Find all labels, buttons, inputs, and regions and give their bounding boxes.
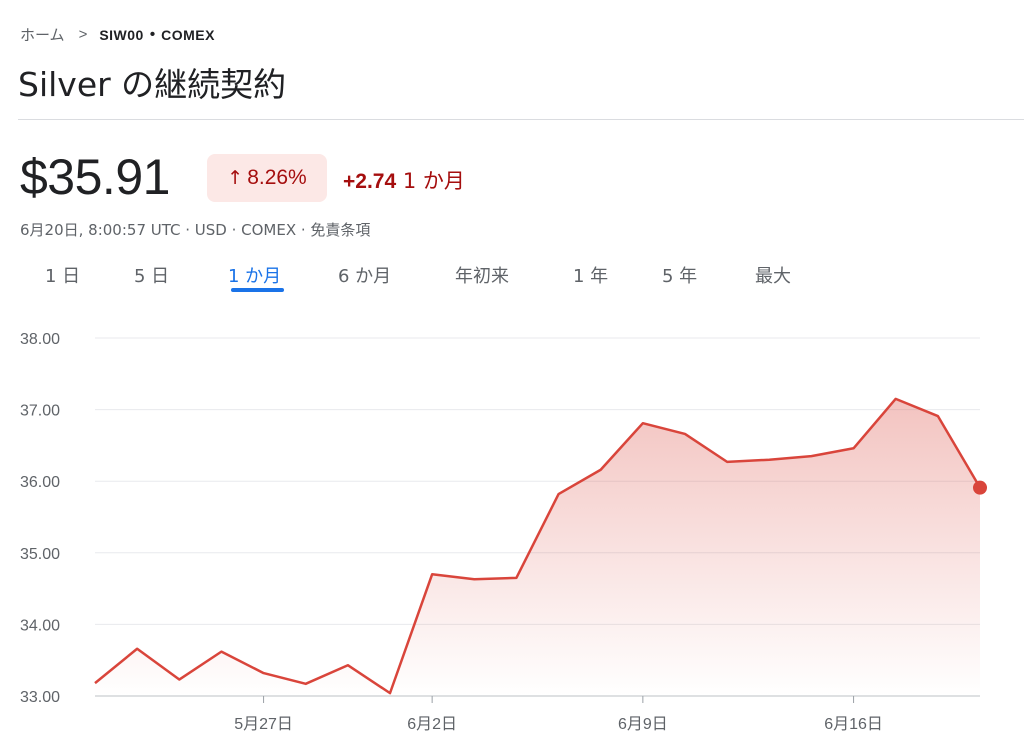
data-point [809, 454, 813, 458]
percent-change-badge: ↑ 8.26% [207, 154, 327, 202]
chevron-right-icon: > [78, 26, 88, 43]
chart-area [95, 398, 980, 696]
data-point [430, 572, 434, 576]
percent-change-value: 8.26% [247, 166, 307, 189]
y-tick-label: 35.00 [20, 546, 60, 563]
tab-5-day[interactable]: 5 日 [134, 262, 169, 288]
range-tabs: 1 日 5 日 1 か月 6 か月 年初来 1 年 5 年 最大 [0, 258, 1024, 298]
data-point [599, 468, 603, 472]
breadcrumb-home-link[interactable]: ホーム [20, 24, 65, 45]
data-point [388, 691, 392, 695]
data-point [852, 446, 856, 450]
x-tick-label: 5月27日 [234, 716, 293, 733]
tab-1-day[interactable]: 1 日 [45, 262, 80, 288]
tab-max[interactable]: 最大 [755, 262, 791, 288]
breadcrumb-ticker: SIW00 [99, 26, 144, 43]
series-area-fill [95, 398, 980, 696]
quote-meta: 6月20日, 8:00:57 UTC · USD · COMEX · 免責条項 [20, 221, 371, 239]
divider [18, 119, 1024, 120]
y-tick-label: 33.00 [20, 689, 60, 706]
data-point [304, 682, 308, 686]
tab-5-year[interactable]: 5 年 [662, 262, 697, 288]
tab-6-month[interactable]: 6 か月 [338, 262, 391, 288]
data-point [262, 671, 266, 675]
data-point [346, 663, 350, 667]
breadcrumb-separator: • [149, 26, 156, 43]
data-point [557, 492, 561, 496]
y-tick-label: 38.00 [20, 331, 60, 348]
current-price: $35.91 [20, 149, 170, 205]
data-point [177, 678, 181, 682]
data-point [93, 681, 97, 685]
tab-ytd[interactable]: 年初来 [455, 262, 509, 288]
data-point [641, 421, 645, 425]
arrow-up-icon: ↑ [227, 167, 244, 189]
chart-x-axis: 5月27日 6月2日 6月9日 6月16日 [95, 695, 980, 733]
data-point [683, 432, 687, 436]
tab-1-month[interactable]: 1 か月 [228, 262, 281, 288]
tab-1-year[interactable]: 1 年 [573, 262, 608, 288]
price-chart[interactable]: 33.00 34.00 35.00 36.00 37.00 38.00 5月27日 6月2日… [0, 320, 1024, 749]
absolute-change: +2.74 1 か月 [343, 165, 465, 195]
y-tick-label: 37.00 [20, 403, 60, 420]
page-title: Silver の継続契約 [18, 65, 287, 104]
data-point [219, 650, 223, 654]
data-point [894, 397, 898, 401]
x-tick-label: 6月16日 [824, 716, 883, 733]
last-price-marker [973, 480, 987, 495]
data-point [725, 460, 729, 464]
breadcrumb-exchange: COMEX [161, 26, 215, 43]
data-point [514, 576, 518, 580]
data-point [936, 414, 940, 418]
data-point [767, 458, 771, 462]
breadcrumb: ホーム > SIW00 • COMEX [20, 24, 215, 45]
y-tick-label: 36.00 [20, 474, 60, 491]
data-point [472, 577, 476, 581]
y-tick-label: 34.00 [20, 617, 60, 634]
absolute-change-value: +2.74 [343, 170, 397, 193]
active-tab-indicator [231, 288, 284, 292]
change-period-label: 1 か月 [402, 169, 465, 193]
x-tick-label: 6月2日 [407, 716, 457, 733]
data-point [135, 647, 139, 651]
x-tick-label: 6月9日 [618, 716, 668, 733]
